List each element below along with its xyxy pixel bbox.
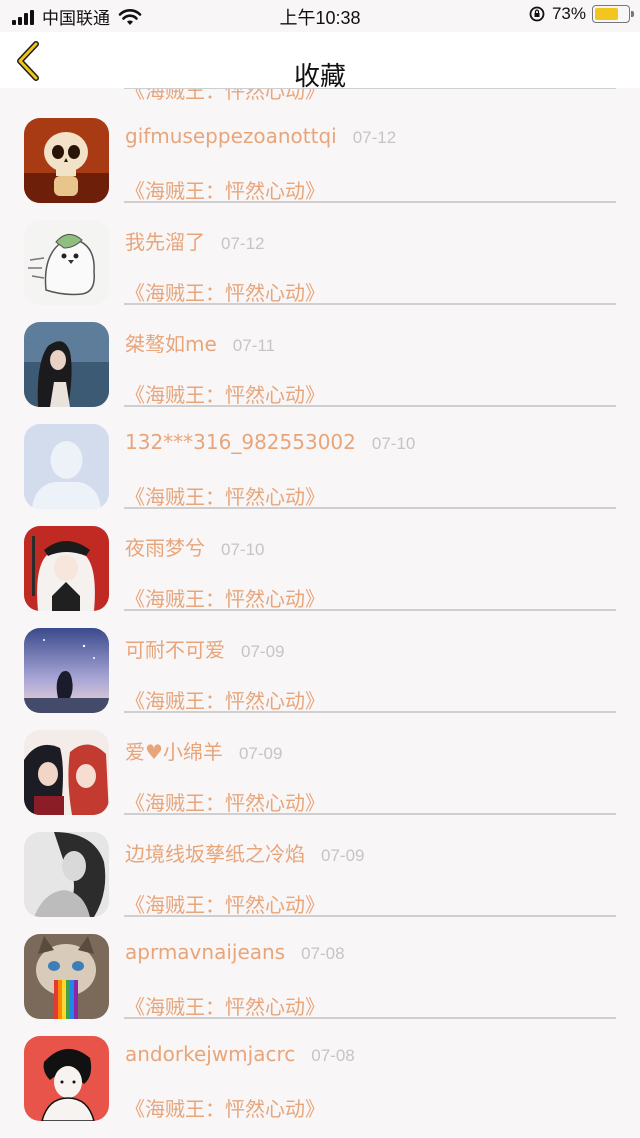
list-item[interactable]: gifmuseppezoanottqi 07-12 《海贼王：怦然心动》 [0,102,640,204]
list-item[interactable]: aprmavnaijeans 07-08 《海贼王：怦然心动》 [0,918,640,1020]
default-user-avatar [24,424,109,509]
item-divider [124,1017,616,1019]
favorites-list[interactable]: 《海贼王：怦然心动》 gifmuseppezoanottqi 07-12 《海贼王… [0,0,640,1138]
list-item[interactable]: 可耐不可爱 07-09 《海贼王：怦然心动》 [0,612,640,714]
item-username[interactable]: aprmavnaijeans [125,940,285,964]
item-title[interactable]: 《海贼王：怦然心动》 [125,889,325,918]
item-date: 07-09 [238,744,283,763]
item-title[interactable]: 《海贼王：怦然心动》 [125,991,325,1020]
item-title[interactable]: 《海贼王：怦然心动》 [125,1093,325,1122]
item-username[interactable]: gifmuseppezoanottqi [125,124,337,148]
item-username[interactable]: 可耐不可爱 [125,638,225,662]
item-name-row: 可耐不可爱 07-09 [125,634,284,663]
penguin-ghost-avatar [24,220,109,305]
item-username[interactable]: andorkejwmjacrc [125,1042,295,1066]
monochrome-girl-avatar [24,832,109,917]
item-name-row: andorkejwmjacrc 07-08 [125,1042,355,1066]
item-title[interactable]: 《海贼王：怦然心动》 [125,685,325,714]
item-date: 07-08 [301,944,345,963]
battery-percent: 73% [551,4,586,23]
item-name-row: gifmuseppezoanottqi 07-12 [125,124,396,148]
item-title[interactable]: 《海贼王：怦然心动》 [125,583,325,612]
item-date: 07-12 [221,234,265,253]
list-item[interactable]: 夜雨梦兮 07-10 《海贼王：怦然心动》 [0,510,640,612]
battery-icon [592,5,634,23]
list-item[interactable]: 我先溜了 07-12 《海贼王：怦然心动》 [0,204,640,306]
item-date: 07-10 [221,540,265,559]
status-bar: 中国联通 上午10:38 73% [0,0,640,32]
item-divider [124,609,616,611]
manga-boy-avatar [24,1036,109,1121]
list-item[interactable]: andorkejwmjacrc 07-08 《海贼王：怦然心动》 [0,1020,640,1122]
item-name-row: 夜雨梦兮 07-10 [125,532,264,561]
item-divider [124,813,616,815]
item-username[interactable]: 桀骜如me [125,332,217,356]
item-name-row: 132***316_982553002 07-10 [125,430,415,454]
item-name-row: 桀骜如me 07-11 [125,328,275,357]
list-item[interactable]: 132***316_982553002 07-10 《海贼王：怦然心动》 [0,408,640,510]
item-title[interactable]: 《海贼王：怦然心动》 [125,787,325,816]
list-item[interactable]: 桀骜如me 07-11 《海贼王：怦然心动》 [0,306,640,408]
item-username[interactable]: 我先溜了 [125,230,205,254]
status-right: 73% [528,4,634,24]
page-title: 收藏 [293,62,346,92]
item-divider [124,303,616,305]
grumpy-cat-rainbow-avatar [24,934,109,1019]
item-name-row: 边境线坂孳纸之冷焰 07-09 [125,838,364,867]
list-item[interactable]: 爱♥小绵羊 07-09 《海贼王：怦然心动》 [0,714,640,816]
item-date: 07-11 [232,336,276,355]
anime-girl-cap-avatar [24,526,109,611]
item-title[interactable]: 《海贼王：怦然心动》 [125,481,325,510]
item-title[interactable]: 《海贼王：怦然心动》 [125,379,325,408]
anime-couple-avatar [24,730,109,815]
item-username[interactable]: 爱♥小绵羊 [125,740,223,764]
item-date: 07-08 [311,1046,355,1065]
nav-bar: 收藏 [0,32,640,92]
item-title[interactable]: 《海贼王：怦然心动》 [125,277,325,306]
girl-by-lake-avatar [24,322,109,407]
item-divider [124,405,616,407]
item-divider [124,507,616,509]
skull-avatar [24,118,109,203]
item-name-row: 爱♥小绵羊 07-09 [125,736,282,765]
list-item[interactable]: 边境线坂孳纸之冷焰 07-09 《海贼王：怦然心动》 [0,816,640,918]
item-date: 07-10 [371,434,416,453]
item-date: 07-09 [241,642,285,661]
item-divider [124,915,616,917]
item-divider [124,201,616,203]
sky-silhouette-avatar [24,628,109,713]
item-date: 07-09 [321,846,365,865]
item-username[interactable]: 132***316_982553002 [125,430,356,454]
item-name-row: aprmavnaijeans 07-08 [125,940,345,964]
item-divider [124,711,616,713]
orientation-lock-icon [529,6,545,22]
item-username[interactable]: 夜雨梦兮 [125,536,205,560]
item-title[interactable]: 《海贼王：怦然心动》 [125,175,325,204]
item-username[interactable]: 边境线坂孳纸之冷焰 [125,842,305,866]
item-date: 07-12 [352,128,397,147]
battery-level-fill [595,8,619,20]
item-name-row: 我先溜了 07-12 [125,226,264,255]
